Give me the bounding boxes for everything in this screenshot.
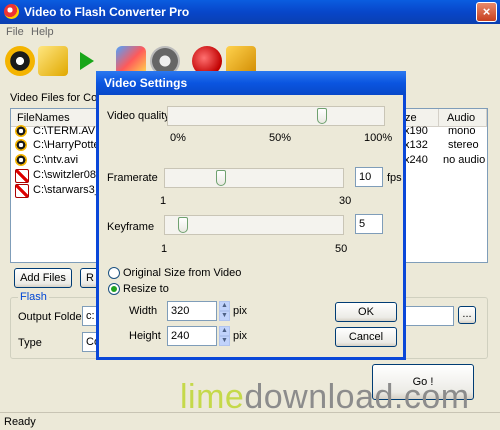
- height-field[interactable]: 240: [167, 326, 217, 346]
- video-quality-slider-thumb[interactable]: [317, 108, 327, 124]
- close-button[interactable]: ×: [476, 2, 497, 22]
- browse-button[interactable]: ...: [458, 306, 476, 324]
- status-text: Ready: [4, 416, 36, 428]
- framerate-unit: fps: [387, 172, 402, 184]
- width-spinner[interactable]: ▲ ▼: [219, 301, 230, 321]
- keyframe-field[interactable]: 5: [355, 214, 383, 234]
- video-file-icon: [15, 125, 27, 137]
- status-bar: Ready: [0, 412, 500, 430]
- framerate-max: 30: [339, 195, 352, 207]
- type-label: Type: [18, 337, 42, 349]
- width-field[interactable]: 320: [167, 301, 217, 321]
- error-file-icon: [15, 184, 29, 198]
- keyframe-label: Keyframe: [107, 221, 155, 233]
- title-bar: Video to Flash Converter Pro ×: [0, 0, 500, 24]
- menu-help[interactable]: Help: [31, 26, 54, 38]
- add-files-button[interactable]: Add Files: [14, 268, 72, 288]
- keyframe-slider[interactable]: [164, 215, 344, 235]
- height-unit: pix: [233, 330, 248, 342]
- original-size-radio[interactable]: [108, 267, 120, 279]
- output-folder-field-end[interactable]: [404, 306, 454, 326]
- resize-to-label: Resize to: [123, 283, 169, 295]
- dialog-title-bar: Video Settings: [96, 71, 406, 95]
- keyframe-min: 1: [161, 243, 168, 255]
- window-title: Video to Flash Converter Pro: [24, 5, 190, 19]
- framerate-field[interactable]: 10: [355, 167, 383, 187]
- keyframe-max: 50: [335, 243, 348, 255]
- height-label: Height: [129, 330, 161, 342]
- quality-tick-min: 0%: [170, 132, 186, 144]
- width-label: Width: [129, 305, 158, 317]
- resize-to-radio[interactable]: [108, 283, 120, 295]
- app-icon: [4, 4, 19, 19]
- edit-icon[interactable]: [38, 46, 68, 76]
- menu-file[interactable]: File: [6, 26, 24, 38]
- video-settings-dialog: Video Settings Video quality 0% 50% 100%…: [96, 71, 406, 360]
- play-icon[interactable]: [80, 52, 94, 70]
- spin-up-icon: ▲: [219, 301, 230, 311]
- framerate-slider[interactable]: [164, 168, 344, 188]
- video-file-icon: [15, 154, 27, 166]
- spin-down-icon: ▼: [219, 336, 230, 346]
- framerate-min: 1: [160, 195, 167, 207]
- spin-down-icon: ▼: [219, 311, 230, 321]
- cancel-button[interactable]: Cancel: [335, 327, 397, 347]
- video-quality-label: Video quality: [107, 110, 170, 122]
- width-unit: pix: [233, 305, 248, 317]
- convert-icon[interactable]: [5, 46, 35, 76]
- quality-tick-max: 100%: [364, 132, 393, 144]
- flash-legend: Flash: [18, 291, 49, 303]
- video-file-icon: [15, 139, 27, 151]
- framerate-slider-thumb[interactable]: [216, 170, 226, 186]
- quality-tick-mid: 50%: [269, 132, 292, 144]
- dialog-title: Video Settings: [104, 76, 188, 90]
- ok-button[interactable]: OK: [335, 302, 397, 322]
- output-folder-label: Output Folder: [18, 311, 86, 323]
- menu-bar: File Help: [0, 24, 500, 40]
- spin-up-icon: ▲: [219, 326, 230, 336]
- keyframe-slider-thumb[interactable]: [178, 217, 188, 233]
- framerate-label: Framerate: [107, 172, 158, 184]
- error-file-icon: [15, 169, 29, 183]
- height-spinner[interactable]: ▲ ▼: [219, 326, 230, 346]
- original-size-label: Original Size from Video: [123, 267, 242, 279]
- video-quality-slider[interactable]: [167, 106, 385, 126]
